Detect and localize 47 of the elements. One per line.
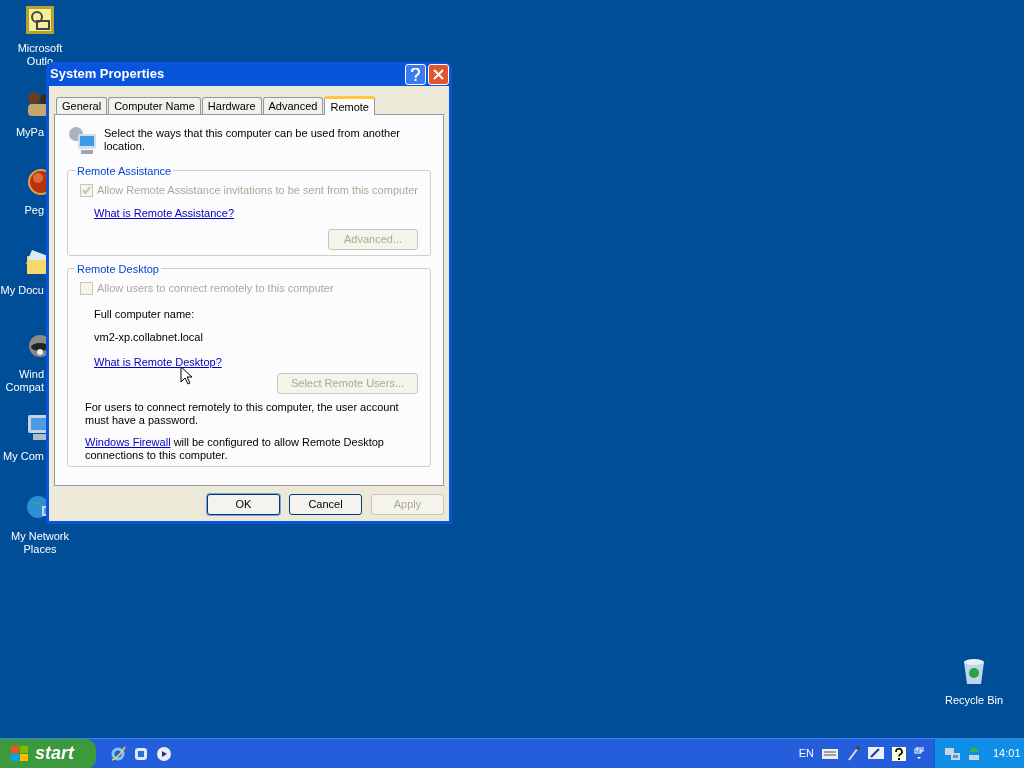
info-text: For users to connect remotely to this computer, the user account must have a password. [85,401,400,427]
info-text: Windows Firewall will be configured to allow Remote Desktop connections to this computer. [85,436,385,462]
calendar-icon[interactable] [24,4,56,36]
icon-label: Recycle Bin [944,694,1004,707]
help-icon[interactable] [892,746,906,761]
icon-label: Microsoft [17,42,63,55]
computer-name: vm2-xp.collabnet.local [94,330,204,345]
icon-label: Compat [5,381,44,394]
keyboard-icon[interactable] [822,748,838,759]
desktop-icon[interactable] [133,745,149,762]
microphone-icon[interactable] [846,745,860,762]
media-player-icon[interactable] [156,745,172,762]
language-indicator[interactable]: EN [798,745,814,762]
tab[interactable]: Remote [324,96,375,115]
ok-button[interactable]: OK [207,494,280,515]
checkbox-label: Allow Remote Assistance invitations to be sent from this computer [97,183,418,198]
icon-label: Places [23,543,57,556]
close-button[interactable] [428,63,449,85]
tab[interactable]: Advanced [262,97,324,114]
tab[interactable]: General [56,97,108,114]
start-button[interactable]: start [0,738,96,768]
remote-computer-icon [67,125,99,157]
pen-icon[interactable] [868,746,884,761]
tab[interactable]: Computer Name [108,97,201,114]
browser-icon[interactable] [110,745,126,762]
icon-label: My Docu [0,284,44,297]
cancel-button[interactable]: Cancel [289,494,362,515]
firewall-link[interactable]: Windows Firewall [85,436,171,448]
field-label: Full computer name: [94,306,196,322]
restore-icon[interactable] [914,746,924,761]
windows-logo-icon [10,744,30,763]
help-button[interactable] [405,63,426,85]
icon-label: Peg [24,204,44,217]
close-icon [433,68,444,80]
help-link[interactable]: What is Remote Assistance? [94,204,234,221]
icon-label: MyPa [15,126,44,139]
icon-label: Wind [18,368,44,381]
icon-label: My Com [3,450,44,463]
intro-text: Select the ways that this computer can be used from another location. [104,126,401,153]
icon-label: My Network [10,530,70,543]
window-title: System Properties [50,65,165,84]
tab[interactable]: Hardware [201,97,262,114]
mouse-pointer-icon [180,366,192,386]
help-link[interactable]: What is Remote Desktop? [94,353,222,370]
help-icon [411,67,420,81]
clock: 14:01 [993,746,1021,762]
checkbox-label: Allow users to connect remotely to this computer [97,281,334,296]
